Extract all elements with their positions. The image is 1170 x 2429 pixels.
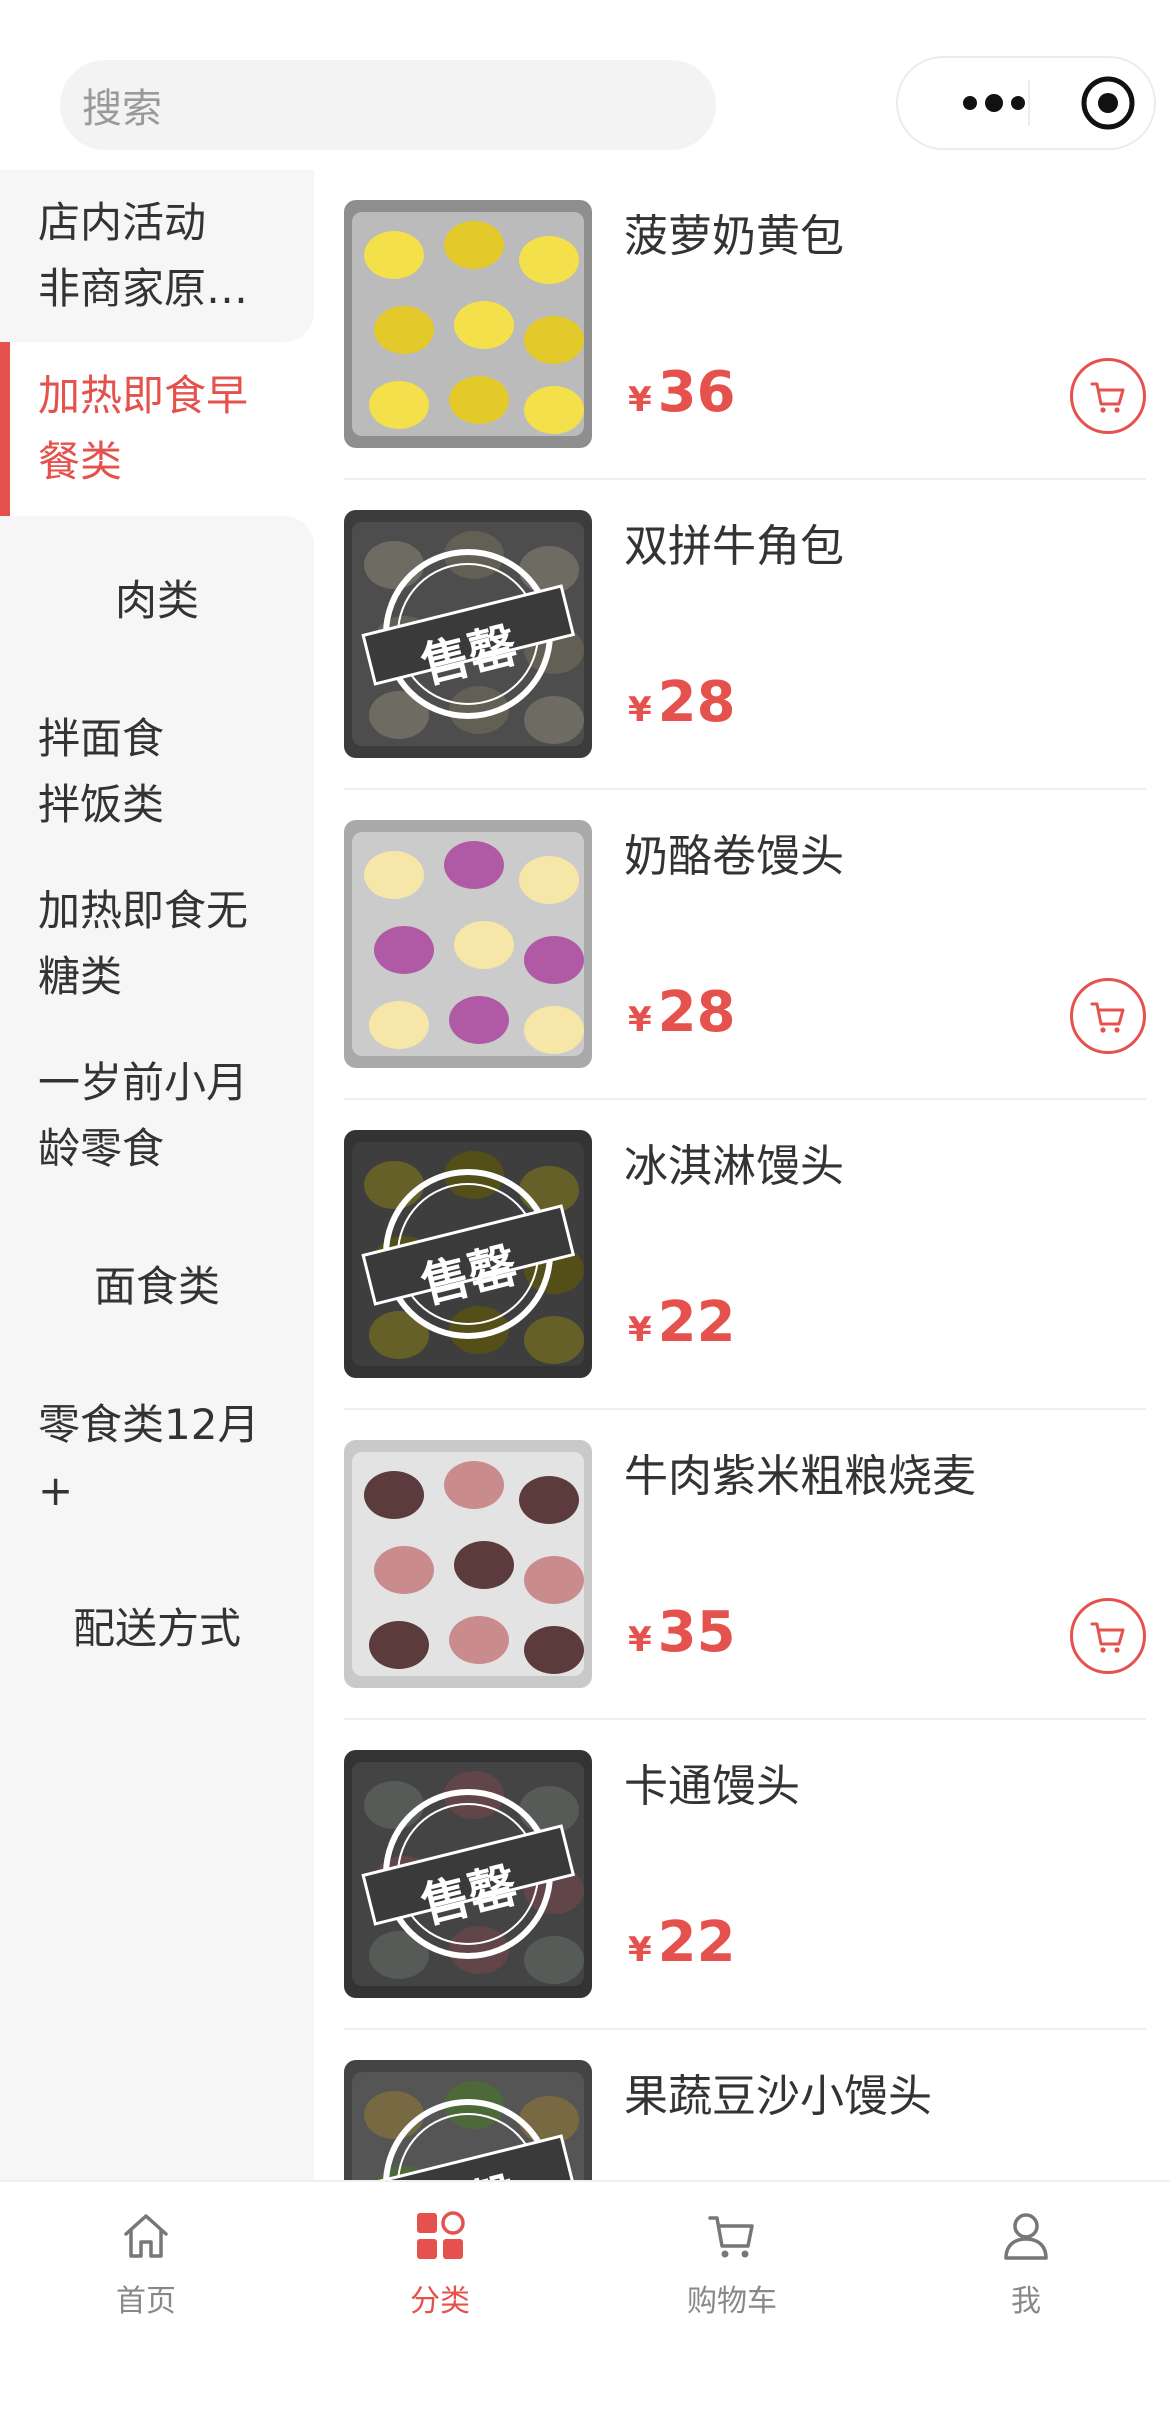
product-card[interactable]: 售罄 冰淇淋馒头 ¥22 xyxy=(344,1100,1146,1410)
tab-cart[interactable]: 购物车 xyxy=(652,2210,812,2320)
user-icon xyxy=(1004,2213,1048,2260)
sidebar-item-label-line: 加热即食无 xyxy=(38,886,249,935)
tab-me[interactable]: 我 xyxy=(946,2210,1106,2320)
cart-icon xyxy=(1090,382,1125,413)
price-value: 36 xyxy=(657,360,736,425)
sidebar-item-label: 一岁前小月 龄零食 xyxy=(38,1050,248,1182)
sidebar-item-label: 零食类12月 + xyxy=(38,1392,259,1524)
currency-symbol: ¥ xyxy=(628,690,652,730)
product-image[interactable]: 售罄 xyxy=(344,510,592,758)
product-name: 双拼牛角包 xyxy=(624,521,844,572)
sidebar-item-label-line: 餐类 xyxy=(38,437,123,486)
sidebar-item-label-line: 零食类12月 xyxy=(38,1400,260,1449)
sidebar-item-5[interactable]: 一岁前小月 龄零食 xyxy=(0,1030,314,1202)
tab-me-label: 我 xyxy=(1011,2284,1041,2319)
cart-icon xyxy=(1090,1002,1125,1033)
sidebar-item-label-line: 拌面食 xyxy=(38,714,165,763)
sidebar-item-8[interactable]: 配送方式 xyxy=(0,1544,314,1714)
bottom-tabbar: 首页 分类 购物车 我 xyxy=(0,2180,1170,2429)
sidebar-item-4[interactable]: 加热即食无 糖类 xyxy=(0,858,314,1030)
search-input[interactable]: 搜索 xyxy=(60,60,716,150)
mini-program-capsule xyxy=(896,56,1156,150)
sidebar-item-3[interactable]: 拌面食 拌饭类 xyxy=(0,686,314,858)
sidebar-item-label-line: 一岁前小月 xyxy=(38,1058,249,1107)
sidebar-item-label: 拌面食 拌饭类 xyxy=(38,706,164,838)
tab-home[interactable]: 首页 xyxy=(66,2210,226,2320)
product-image[interactable]: 售罄 xyxy=(344,1750,592,1998)
add-to-cart-button[interactable] xyxy=(1070,1598,1146,1674)
cart-icon xyxy=(708,2216,754,2258)
sidebar-item-label-line: 拌饭类 xyxy=(38,780,165,829)
sidebar-item-label: 配送方式 xyxy=(73,1596,241,1662)
sidebar-item-label-line: 配送方式 xyxy=(72,1604,241,1653)
sidebar-item-label: 加热即食无 糖类 xyxy=(38,878,248,1010)
price-value: 28 xyxy=(657,670,736,735)
sidebar-item-label: 肉类 xyxy=(115,568,199,634)
category-icon xyxy=(417,2211,465,2259)
currency-symbol: ¥ xyxy=(628,1000,652,1040)
product-card[interactable]: 牛肉紫米粗粮烧麦 ¥35 xyxy=(344,1410,1146,1720)
sidebar-item-0[interactable]: 店内活动非商家原… xyxy=(0,170,314,342)
product-card[interactable]: 奶酪卷馒头 ¥28 xyxy=(344,790,1146,1100)
product-image[interactable] xyxy=(344,1440,592,1688)
sidebar-item-7[interactable]: 零食类12月 + xyxy=(0,1372,314,1544)
price-value: 22 xyxy=(657,1910,736,1975)
product-price: ¥22 xyxy=(628,1910,736,1975)
sidebar-item-label: 店内活动非商家原… xyxy=(38,190,248,322)
product-name: 奶酪卷馒头 xyxy=(624,831,844,882)
currency-symbol: ¥ xyxy=(628,380,652,420)
sidebar-item-label-line: 肉类 xyxy=(114,576,199,625)
sidebar-item-label-line: 龄零食 xyxy=(38,1124,165,1173)
sidebar-item-6[interactable]: 面食类 xyxy=(0,1202,314,1372)
product-card[interactable]: 售罄 卡通馒头 ¥22 xyxy=(344,1720,1146,2030)
product-price: ¥28 xyxy=(628,670,736,735)
tab-home-label: 首页 xyxy=(116,2284,176,2319)
product-price: ¥28 xyxy=(628,980,736,1045)
sidebar-item-label-line: 面食类 xyxy=(93,1262,220,1311)
search-placeholder: 搜索 xyxy=(82,86,162,132)
price-value: 22 xyxy=(657,1290,736,1355)
currency-symbol: ¥ xyxy=(628,1310,652,1350)
product-name: 冰淇淋馒头 xyxy=(624,1141,844,1192)
add-to-cart-button[interactable] xyxy=(1070,978,1146,1054)
tab-category[interactable]: 分类 xyxy=(360,2210,520,2320)
sidebar-item-label-line: 糖类 xyxy=(38,952,123,1001)
product-name: 菠萝奶黄包 xyxy=(624,211,844,262)
sidebar-item-label-line: 加热即食早 xyxy=(38,371,249,420)
sidebar-item-label-line: 店内活动 xyxy=(38,198,207,247)
price-value: 28 xyxy=(657,980,736,1045)
more-dots-icon[interactable] xyxy=(934,58,1054,148)
tab-cart-label: 购物车 xyxy=(687,2284,777,2319)
currency-symbol: ¥ xyxy=(628,1930,652,1970)
product-image[interactable] xyxy=(344,200,592,448)
tab-category-label: 分类 xyxy=(410,2284,470,2319)
currency-symbol: ¥ xyxy=(628,1620,652,1660)
product-price: ¥36 xyxy=(628,360,736,425)
product-card[interactable]: 售罄 双拼牛角包 ¥28 xyxy=(344,480,1146,790)
sidebar-item-label: 加热即食早 餐类 xyxy=(38,363,248,495)
product-image[interactable] xyxy=(344,820,592,1068)
sidebar-item-label: 面食类 xyxy=(94,1254,220,1320)
product-image[interactable]: 售罄 xyxy=(344,1130,592,1378)
sidebar-item-label-line: + xyxy=(38,1466,74,1515)
sidebar-item-1[interactable]: 加热即食早 餐类 xyxy=(0,342,314,516)
cart-icon xyxy=(1090,1622,1125,1653)
target-circle-icon[interactable] xyxy=(1068,58,1148,148)
product-name: 牛肉紫米粗粮烧麦 xyxy=(624,1451,976,1502)
home-icon xyxy=(124,2214,168,2258)
sidebar-item-label-line: 非商家原… xyxy=(38,264,249,313)
sidebar-item-2[interactable]: 肉类 xyxy=(0,516,314,686)
add-to-cart-button[interactable] xyxy=(1070,358,1146,434)
product-price: ¥22 xyxy=(628,1290,736,1355)
product-name: 卡通馒头 xyxy=(624,1761,800,1812)
capsule-divider xyxy=(1028,80,1030,126)
product-card[interactable]: 菠萝奶黄包 ¥36 xyxy=(344,170,1146,480)
product-name: 果蔬豆沙小馒头 xyxy=(624,2071,932,2122)
price-value: 35 xyxy=(657,1600,736,1665)
product-price: ¥35 xyxy=(628,1600,736,1665)
